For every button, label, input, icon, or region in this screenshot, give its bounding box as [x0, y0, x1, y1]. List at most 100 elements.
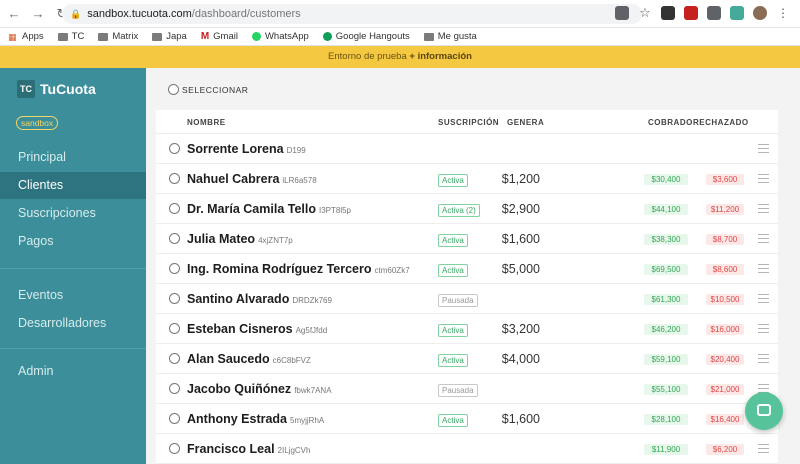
- column-header-cobrado[interactable]: COBRADO: [648, 118, 693, 127]
- rechazado-amount: $6,200: [706, 444, 744, 455]
- chat-bubble-icon: [757, 404, 771, 416]
- row-menu-icon[interactable]: [758, 264, 769, 273]
- profile-avatar[interactable]: [753, 6, 767, 20]
- sidebar-divider: [0, 268, 146, 269]
- bookmark-apps[interactable]: ▦ Apps: [8, 31, 44, 42]
- customer-name-cell[interactable]: Francisco Leal 2ILjgCVh: [187, 442, 310, 456]
- sidebar-item-eventos[interactable]: Eventos: [0, 282, 146, 309]
- customer-name-cell[interactable]: Julia Mateo 4xjZNT7p: [187, 232, 293, 246]
- bookmark-tc[interactable]: TC: [57, 31, 84, 42]
- row-select-radio[interactable]: [169, 143, 180, 154]
- bookmark-hangouts[interactable]: Google Hangouts: [322, 31, 410, 42]
- sidebar-item-pagos[interactable]: Pagos: [0, 228, 146, 255]
- subscription-status-badge: Activa (2): [438, 204, 480, 217]
- row-select-radio[interactable]: [169, 353, 180, 364]
- bookmark-matrix[interactable]: Matrix: [98, 31, 138, 42]
- forward-icon[interactable]: →: [28, 6, 48, 21]
- extension-icon[interactable]: [707, 6, 721, 20]
- subscription-status-badge: Activa: [438, 264, 468, 277]
- row-menu-icon[interactable]: [758, 204, 769, 213]
- subscription-status-badge: Activa: [438, 324, 468, 337]
- customer-name-cell[interactable]: Jacobo Quiñónez fbwk7ANA: [187, 382, 332, 396]
- url-host: sandbox.tucuota.com: [87, 8, 192, 20]
- select-all-radio[interactable]: [168, 84, 179, 95]
- table-row[interactable]: Alan Saucedo c6C8bFVZ Activa $4,000 $59,100 $…: [156, 344, 778, 374]
- customer-name-cell[interactable]: Anthony Estrada 5myjjRhA: [187, 412, 324, 426]
- row-select-radio[interactable]: [169, 233, 180, 244]
- table-row[interactable]: Francisco Leal 2ILjgCVh $11,900 $6,200: [156, 434, 778, 464]
- customer-code: D199: [286, 146, 306, 155]
- row-menu-icon[interactable]: [758, 174, 769, 183]
- extension-icon[interactable]: [730, 6, 744, 20]
- row-menu-icon[interactable]: [758, 144, 769, 153]
- row-menu-icon[interactable]: [758, 324, 769, 333]
- row-select-radio[interactable]: [169, 383, 180, 394]
- row-select-radio[interactable]: [169, 413, 180, 424]
- genera-amount: $3,200: [501, 322, 540, 336]
- customer-name: Francisco Leal: [187, 442, 275, 456]
- row-menu-icon[interactable]: [758, 234, 769, 243]
- column-header-genera[interactable]: GENERA: [507, 118, 544, 127]
- sidebar-item-desarrolladores[interactable]: Desarrolladores: [0, 310, 146, 337]
- cobrado-amount: $30,400: [644, 174, 688, 185]
- subscription-status-badge: Pausada: [438, 384, 478, 397]
- table-row[interactable]: Esteban Cisneros Ag5fJfdd Activa $3,200 $46,…: [156, 314, 778, 344]
- table-row[interactable]: Dr. María Camila Tello I3PT8l5p Activa (2)…: [156, 194, 778, 224]
- table-row[interactable]: Nahuel Cabrera iLR6a578 Activa $1,200 $30,40…: [156, 164, 778, 194]
- banner-info-link[interactable]: + información: [409, 51, 472, 62]
- extension-icon[interactable]: [661, 6, 675, 20]
- row-select-radio[interactable]: [169, 263, 180, 274]
- sidebar-item-clientes[interactable]: Clientes: [0, 172, 146, 199]
- row-select-radio[interactable]: [169, 293, 180, 304]
- sidebar-item-principal[interactable]: Principal: [0, 144, 146, 171]
- rechazado-amount: $8,700: [706, 234, 744, 245]
- table-row[interactable]: Jacobo Quiñónez fbwk7ANA Pausada $55,100 $21…: [156, 374, 778, 404]
- lock-icon: 🔒: [70, 8, 82, 19]
- star-icon[interactable]: ☆: [638, 6, 652, 20]
- customer-name-cell[interactable]: Ing. Romina Rodríguez Tercero ctm60Zk7: [187, 262, 410, 276]
- customer-name-cell[interactable]: Santino Alvarado DRDZk769: [187, 292, 332, 306]
- column-header-nombre[interactable]: NOMBRE: [187, 118, 226, 127]
- cobrado-amount: $46,200: [644, 324, 688, 335]
- table-row[interactable]: Ing. Romina Rodríguez Tercero ctm60Zk7 Act…: [156, 254, 778, 284]
- cobrado-amount: $28,100: [644, 414, 688, 425]
- chat-button[interactable]: [745, 392, 783, 430]
- table-row[interactable]: Julia Mateo 4xjZNT7p Activa $1,600 $38,300 $8…: [156, 224, 778, 254]
- menu-dots-icon[interactable]: ⋮: [776, 6, 790, 20]
- customer-name-cell[interactable]: Alan Saucedo c6C8bFVZ: [187, 352, 311, 366]
- select-all-label: SELECCIONAR: [182, 84, 249, 95]
- table-row[interactable]: Santino Alvarado DRDZk769 Pausada $61,300 $1…: [156, 284, 778, 314]
- back-icon[interactable]: ←: [4, 6, 24, 21]
- table-row[interactable]: Anthony Estrada 5myjjRhA Activa $1,600 $28,1…: [156, 404, 778, 434]
- row-menu-icon[interactable]: [758, 444, 769, 453]
- row-menu-icon[interactable]: [758, 294, 769, 303]
- folder-icon: [98, 32, 109, 41]
- column-header-rechazado[interactable]: RECHAZADO: [693, 118, 749, 127]
- row-select-radio[interactable]: [169, 323, 180, 334]
- sidebar-item-admin[interactable]: Admin: [0, 358, 146, 385]
- extension-icon[interactable]: [684, 6, 698, 20]
- bookmark-gmail[interactable]: M Gmail: [201, 31, 238, 42]
- customer-code: c6C8bFVZ: [272, 356, 311, 365]
- customer-name-cell[interactable]: Nahuel Cabrera iLR6a578: [187, 172, 317, 186]
- customer-name-cell[interactable]: Sorrente Lorena D199: [187, 142, 306, 156]
- sidebar-item-suscripciones[interactable]: Suscripciones: [0, 200, 146, 227]
- customer-name-cell[interactable]: Dr. María Camila Tello I3PT8l5p: [187, 202, 351, 216]
- logo[interactable]: TC TuCuota: [17, 80, 96, 98]
- table-row[interactable]: Sorrente Lorena D199: [156, 134, 778, 164]
- bookmark-me-gusta[interactable]: Me gusta: [423, 31, 477, 42]
- main-content: SELECCIONAR NOMBRE SUSCRIPCIÓN GENERA CO…: [146, 68, 800, 464]
- customer-name: Esteban Cisneros: [187, 322, 293, 336]
- row-select-radio[interactable]: [169, 173, 180, 184]
- row-select-radio[interactable]: [169, 443, 180, 454]
- bookmark-whatsapp[interactable]: WhatsApp: [251, 31, 309, 42]
- cobrado-amount: $44,100: [644, 204, 688, 215]
- row-menu-icon[interactable]: [758, 354, 769, 363]
- extension-icon[interactable]: [615, 6, 629, 20]
- row-select-radio[interactable]: [169, 203, 180, 214]
- column-header-suscripcion[interactable]: SUSCRIPCIÓN: [438, 118, 499, 127]
- customer-name-cell[interactable]: Esteban Cisneros Ag5fJfdd: [187, 322, 327, 336]
- address-bar[interactable]: 🔒 sandbox.tucuota.com/dashboard/customer…: [62, 4, 642, 24]
- select-all-toggle[interactable]: SELECCIONAR: [168, 84, 248, 95]
- bookmark-japa[interactable]: Japa: [152, 31, 187, 42]
